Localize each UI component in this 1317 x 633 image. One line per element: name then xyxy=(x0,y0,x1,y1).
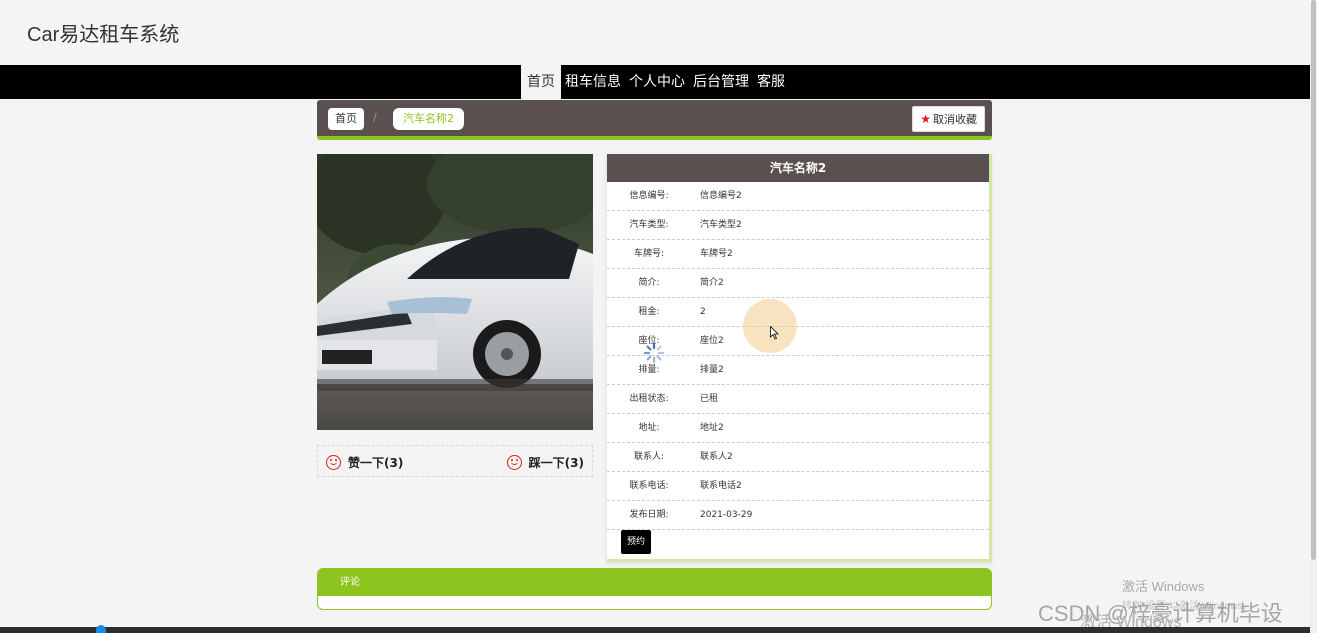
detail-row: 发布日期: 2021-03-29 xyxy=(607,501,989,530)
breadcrumb-current: 汽车名称2 xyxy=(393,108,464,130)
detail-row: 联系电话: 联系电话2 xyxy=(607,472,989,501)
like-label: 赞一下(3) xyxy=(348,456,404,470)
detail-value: 2 xyxy=(700,307,706,317)
detail-value: 联系电话2 xyxy=(700,481,742,491)
nav-item-home[interactable]: 首页 xyxy=(521,65,561,99)
comments-title: 评论 xyxy=(318,569,991,596)
scrollbar-thumb[interactable] xyxy=(1311,0,1316,560)
unfavorite-label: 取消收藏 xyxy=(933,113,977,126)
detail-row: 地址: 地址2 xyxy=(607,414,989,443)
detail-value: 汽车类型2 xyxy=(700,220,742,230)
car-photo xyxy=(317,154,593,430)
comments-section: 评论 xyxy=(317,568,992,610)
detail-label: 汽车类型: xyxy=(629,220,669,230)
detail-row: 车牌号: 车牌号2 xyxy=(607,240,989,269)
detail-row: 出租状态: 已租 xyxy=(607,385,989,414)
detail-value: 信息编号2 xyxy=(700,191,742,201)
vote-box: 赞一下(3) 踩一下(3) xyxy=(317,445,593,477)
star-icon: ★ xyxy=(920,112,931,126)
detail-row: 联系人: 联系人2 xyxy=(607,443,989,472)
main-nav: 首页 租车信息 个人中心 后台管理 客服 xyxy=(0,65,1310,99)
detail-value: 简介2 xyxy=(700,278,724,288)
detail-label: 信息编号: xyxy=(629,191,669,201)
windows-activation-title: 激活 Windows xyxy=(1122,579,1205,594)
detail-row: 简介: 简介2 xyxy=(607,269,989,298)
detail-value: 车牌号2 xyxy=(700,249,733,259)
detail-label: 简介: xyxy=(638,278,660,288)
detail-title: 汽车名称2 xyxy=(607,154,989,182)
nav-item-car-rental[interactable]: 租车信息 xyxy=(561,65,625,99)
page-scrollbar[interactable] xyxy=(1310,0,1317,633)
detail-row: 汽车类型: 汽车类型2 xyxy=(607,211,989,240)
dislike-button[interactable]: 踩一下(3) xyxy=(506,454,584,471)
taskbar-app-icon[interactable] xyxy=(96,625,106,633)
detail-label: 联系人: xyxy=(633,452,665,462)
detail-row: 信息编号: 信息编号2 xyxy=(607,182,989,211)
dislike-label: 踩一下(3) xyxy=(528,456,584,470)
detail-value: 联系人2 xyxy=(700,452,733,462)
detail-label: 联系电话: xyxy=(629,481,669,491)
book-button[interactable]: 预约 xyxy=(621,530,652,554)
detail-label: 出租状态: xyxy=(629,394,669,404)
nav-item-customer-service[interactable]: 客服 xyxy=(753,65,789,99)
site-title: Car易达租车系统 xyxy=(27,24,180,46)
detail-value: 已租 xyxy=(700,394,719,404)
breadcrumb-home-link[interactable]: 首页 xyxy=(328,108,364,130)
smile-icon xyxy=(506,455,522,470)
detail-value: 排量2 xyxy=(700,365,724,375)
detail-label: 车牌号: xyxy=(633,249,665,259)
smile-icon xyxy=(326,455,341,470)
site-header: Car易达租车系统 xyxy=(0,0,1310,65)
nav-item-admin[interactable]: 后台管理 xyxy=(689,65,753,99)
nav-item-personal-center[interactable]: 个人中心 xyxy=(625,65,689,99)
detail-value: 2021-03-29 xyxy=(700,510,753,520)
detail-value: 座位2 xyxy=(700,336,724,346)
mouse-cursor-icon xyxy=(770,326,779,340)
taskbar-strip xyxy=(0,627,1310,633)
detail-label: 发布日期: xyxy=(629,510,669,520)
detail-label: 地址: xyxy=(638,423,660,433)
breadcrumb-separator: / xyxy=(373,111,377,124)
loading-spinner-icon xyxy=(643,342,665,364)
detail-row: 租金: 2 xyxy=(607,298,989,327)
detail-value: 地址2 xyxy=(700,423,724,433)
breadcrumb: 首页 / 汽车名称2 ★ 取消收藏 xyxy=(317,100,992,140)
unfavorite-button[interactable]: ★ 取消收藏 xyxy=(912,106,985,132)
detail-label: 租金: xyxy=(638,307,660,317)
like-button[interactable]: 赞一下(3) xyxy=(326,454,403,471)
